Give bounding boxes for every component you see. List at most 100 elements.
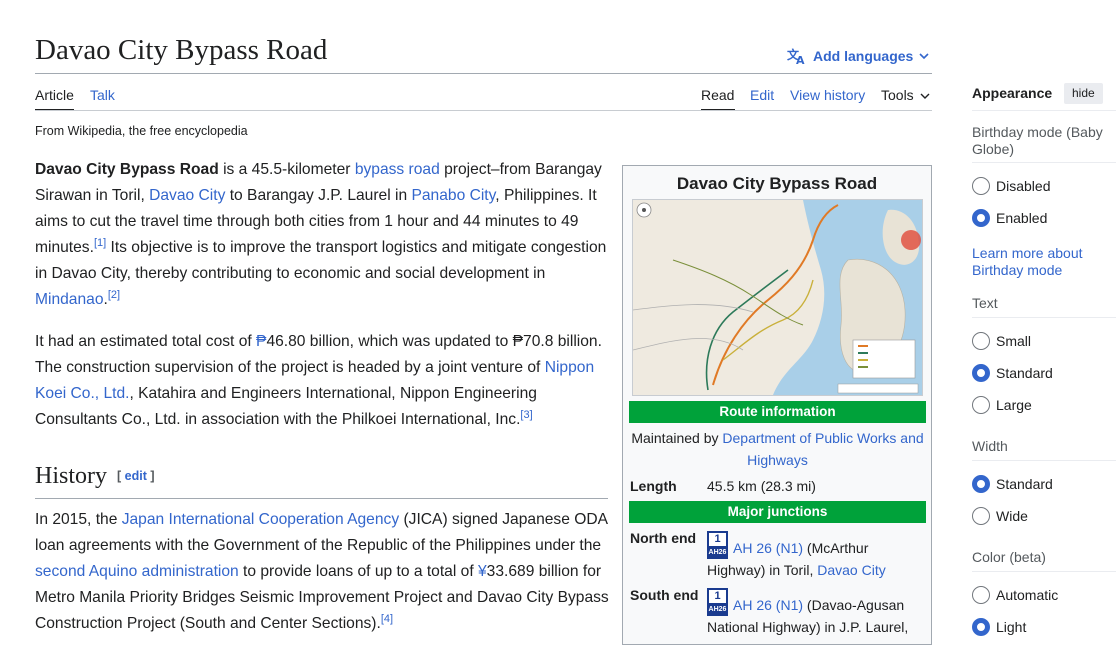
radio-color-automatic[interactable]: Automatic xyxy=(972,585,1058,605)
history-edit-link[interactable]: edit xyxy=(125,469,147,483)
link-davao-city-infobox[interactable]: Davao City xyxy=(817,562,885,578)
link-panabo-city[interactable]: Panabo City xyxy=(411,187,495,204)
route-information-header: Route information xyxy=(629,401,926,423)
tabs-divider xyxy=(35,110,932,111)
link-peso[interactable]: ₱ xyxy=(256,333,266,350)
article-subject: Davao City Bypass Road xyxy=(35,161,219,178)
link-ah26-south[interactable]: AH 26 (N1) xyxy=(733,597,803,613)
text-run: Its objective is to improve the transpor… xyxy=(35,239,607,282)
ah26-shield-icon: 1 AH26 xyxy=(707,531,728,559)
chevron-down-icon xyxy=(920,93,930,100)
text-run: is a 45.5-kilometer xyxy=(218,161,355,178)
infobox-title: Davao City Bypass Road xyxy=(676,174,878,193)
tools-label: Tools xyxy=(881,87,914,103)
length-label: Length xyxy=(630,478,677,494)
text-run: to Barangay J.P. Laurel in xyxy=(225,187,412,204)
link-bypass-road[interactable]: bypass road xyxy=(355,161,440,178)
link-jica[interactable]: Japan International Cooperation Agency xyxy=(122,511,399,528)
link-yen[interactable]: ¥ xyxy=(478,563,487,580)
shield-route: AH26 xyxy=(708,606,727,613)
reference-3[interactable]: [3] xyxy=(520,409,532,421)
radio-circle xyxy=(972,507,990,525)
text-size-heading: Text xyxy=(972,295,998,311)
svg-text:A: A xyxy=(796,54,805,65)
route-map-image[interactable] xyxy=(632,199,923,396)
appearance-title: Appearance xyxy=(972,85,1053,101)
radio-label: Enabled xyxy=(996,210,1048,226)
route-map xyxy=(633,200,922,395)
radio-circle xyxy=(972,177,990,195)
radio-birthday-enabled[interactable]: Enabled xyxy=(972,208,1047,228)
radio-birthday-disabled[interactable]: Disabled xyxy=(972,176,1050,196)
text-run: to provide loans of up to a total of xyxy=(238,563,478,580)
south-end-label: South end xyxy=(630,587,699,603)
language-icon: 文 A xyxy=(787,47,805,65)
radio-circle xyxy=(972,332,990,350)
sidebar-divider xyxy=(972,460,1116,461)
text-run: In 2015, the xyxy=(35,511,122,528)
tab-article[interactable]: Article xyxy=(35,87,74,103)
add-languages-button[interactable]: 文 A Add languages xyxy=(787,45,929,67)
link-mindanao[interactable]: Mindanao xyxy=(35,291,104,308)
tab-edit[interactable]: Edit xyxy=(750,87,774,103)
text-run: It had an estimated total cost of xyxy=(35,333,257,350)
infobox: Davao City Bypass Road Route information… xyxy=(622,165,932,645)
length-value: 45.5 km (28.3 mi) xyxy=(707,478,816,494)
major-junctions-header: Major junctions xyxy=(629,501,926,523)
radio-label: Wide xyxy=(996,508,1028,524)
history-heading: History [ edit ] xyxy=(35,462,608,499)
sidebar-divider xyxy=(972,110,1116,111)
shield-number: 1 xyxy=(709,533,726,546)
tools-menu[interactable]: Tools xyxy=(881,87,930,103)
section-edit: [ edit ] xyxy=(117,469,155,483)
title-divider xyxy=(35,73,932,74)
tab-view-history[interactable]: View history xyxy=(790,87,865,103)
intro-paragraph: Davao City Bypass Road is a 45.5-kilomet… xyxy=(35,157,610,313)
history-heading-text: History xyxy=(35,463,107,489)
maintained-prefix: Maintained by xyxy=(631,430,723,446)
radio-label: Large xyxy=(996,397,1032,413)
radio-text-standard[interactable]: Standard xyxy=(972,363,1053,383)
page-title: Davao City Bypass Road xyxy=(35,34,328,66)
radio-color-light[interactable]: Light xyxy=(972,617,1026,637)
radio-text-small[interactable]: Small xyxy=(972,331,1031,351)
radio-circle-checked xyxy=(972,618,990,636)
sidebar-divider xyxy=(972,317,1116,318)
reference-2[interactable]: [2] xyxy=(108,289,120,301)
link-dpwh[interactable]: Department of Public Works and Highways xyxy=(722,430,923,468)
reference-1[interactable]: [1] xyxy=(94,237,106,249)
link-ah26-north[interactable]: AH 26 (N1) xyxy=(733,540,803,556)
radio-circle xyxy=(972,396,990,414)
birthday-mode-heading: Birthday mode (Baby Globe) xyxy=(972,124,1103,157)
learn-more-birthday-link[interactable]: Learn more about Birthday mode xyxy=(972,245,1112,279)
width-heading: Width xyxy=(972,438,1008,454)
radio-width-wide[interactable]: Wide xyxy=(972,506,1028,526)
radio-circle-checked xyxy=(972,209,990,227)
radio-label: Standard xyxy=(996,476,1053,492)
north-end-label: North end xyxy=(630,530,697,546)
add-languages-label: Add languages xyxy=(813,48,914,64)
color-heading: Color (beta) xyxy=(972,549,1046,565)
radio-label: Light xyxy=(996,619,1027,635)
link-davao-city[interactable]: Davao City xyxy=(149,187,225,204)
radio-label: Standard xyxy=(996,365,1053,381)
radio-label: Small xyxy=(996,333,1032,349)
radio-width-standard[interactable]: Standard xyxy=(972,474,1053,494)
link-aquino-administration[interactable]: second Aquino administration xyxy=(35,563,239,580)
tab-read[interactable]: Read xyxy=(701,87,734,103)
site-tagline: From Wikipedia, the free encyclopedia xyxy=(35,124,248,138)
north-end-value: 1 AH26 AH 26 (N1) (McArthur Highway) in To… xyxy=(707,531,927,581)
radio-text-large[interactable]: Large xyxy=(972,395,1032,415)
chevron-down-icon xyxy=(919,53,929,60)
shield-route: AH26 xyxy=(708,549,727,556)
tab-talk[interactable]: Talk xyxy=(90,87,115,103)
hide-appearance-button[interactable]: hide xyxy=(1064,83,1103,104)
sidebar-divider xyxy=(972,571,1116,572)
radio-circle xyxy=(972,586,990,604)
radio-label: Automatic xyxy=(996,587,1059,603)
radio-label: Disabled xyxy=(996,178,1051,194)
south-end-value: 1 AH26 AH 26 (N1) (Davao-Agusan National H… xyxy=(707,588,927,638)
radio-circle-checked xyxy=(972,364,990,382)
reference-4[interactable]: [4] xyxy=(381,613,393,625)
maintained-by: Maintained by Department of Public Works… xyxy=(629,427,926,471)
